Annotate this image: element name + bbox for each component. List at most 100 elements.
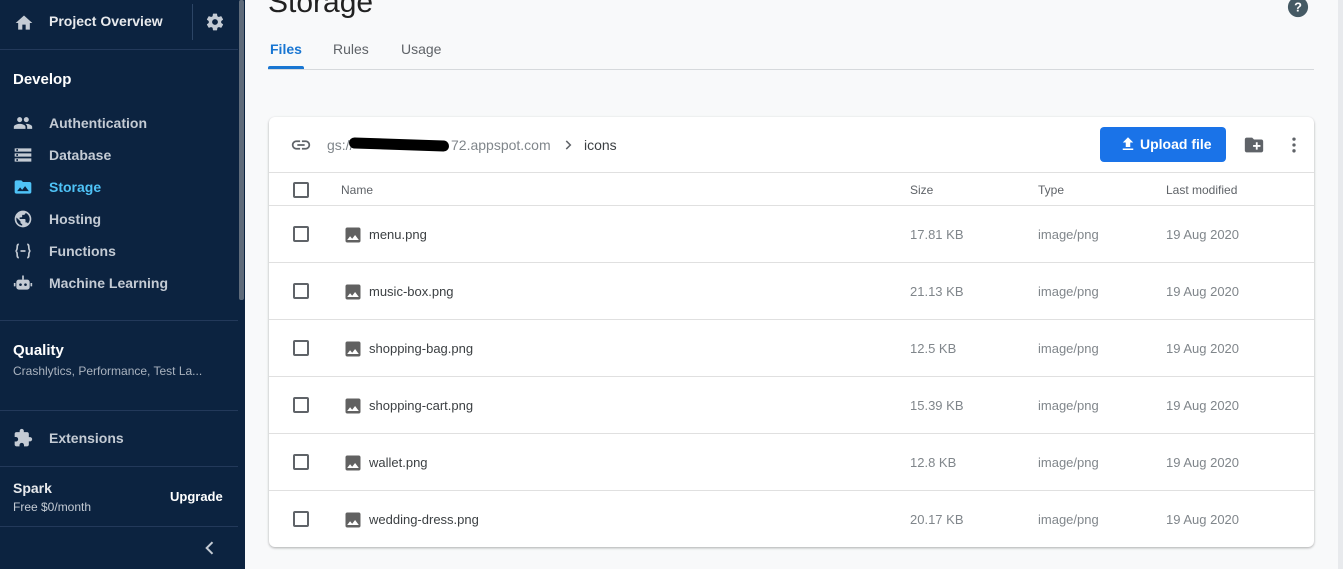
image-file-icon	[345, 284, 361, 300]
row-checkbox[interactable]	[293, 283, 309, 299]
file-name-link[interactable]: music-box.png	[369, 284, 454, 299]
file-name-link[interactable]: shopping-bag.png	[369, 341, 473, 356]
table-row[interactable]: menu.png 17.81 KB image/png 19 Aug 2020	[269, 206, 1314, 263]
sidebar: Project Overview Develop Authentication …	[0, 0, 245, 569]
header-separator	[192, 4, 193, 40]
column-header-type[interactable]: Type	[1038, 183, 1064, 197]
globe-icon	[14, 210, 32, 228]
file-size: 21.13 KB	[910, 284, 964, 299]
file-size: 12.8 KB	[910, 455, 957, 470]
image-file-icon	[345, 455, 361, 471]
upload-file-button[interactable]: Upload file	[1100, 127, 1226, 162]
sidebar-item-storage[interactable]: Storage	[0, 173, 238, 201]
file-modified: 19 Aug 2020	[1166, 455, 1240, 470]
select-all-checkbox[interactable]	[293, 182, 309, 198]
sidebar-item-label: Storage	[49, 179, 102, 195]
table-header: Name Size Type Last modified	[269, 173, 1314, 206]
sidebar-item-label: Database	[49, 147, 112, 163]
help-icon[interactable]: ?	[1287, 0, 1309, 18]
file-name-link[interactable]: wallet.png	[369, 455, 428, 470]
people-icon	[13, 117, 33, 129]
project-overview-link[interactable]: Project Overview	[49, 13, 163, 29]
tab-rules[interactable]: Rules	[333, 41, 369, 57]
sidebar-scrollbar[interactable]	[239, 0, 244, 300]
sidebar-item-functions[interactable]: Functions	[0, 237, 238, 265]
chevron-right-icon	[565, 140, 572, 150]
file-type: image/png	[1038, 512, 1099, 527]
image-file-icon	[345, 341, 361, 357]
active-tab-indicator	[268, 66, 304, 69]
file-type: image/png	[1038, 455, 1099, 470]
file-type: image/png	[1038, 341, 1099, 356]
tab-usage[interactable]: Usage	[401, 41, 441, 57]
row-checkbox[interactable]	[293, 454, 309, 470]
sidebar-item-hosting[interactable]: Hosting	[0, 205, 238, 233]
sidebar-item-machine-learning[interactable]: Machine Learning	[0, 269, 238, 297]
more-vert-icon[interactable]	[1284, 134, 1304, 156]
path-bar: gs:// 72.appspot.com icons Upload file	[269, 117, 1314, 173]
sidebar-item-label: Machine Learning	[49, 275, 169, 291]
file-browser-card: gs:// 72.appspot.com icons Upload file N…	[269, 117, 1314, 547]
file-modified: 19 Aug 2020	[1166, 227, 1240, 242]
file-modified: 19 Aug 2020	[1166, 398, 1240, 413]
new-folder-icon[interactable]	[1243, 134, 1265, 156]
bucket-path[interactable]: 72.appspot.com	[451, 137, 551, 153]
develop-section-title: Develop	[13, 71, 72, 88]
row-checkbox[interactable]	[293, 340, 309, 356]
column-header-size[interactable]: Size	[910, 183, 933, 197]
tab-bar: Files Rules Usage	[268, 30, 1314, 70]
chevron-left-icon[interactable]	[200, 538, 220, 558]
row-checkbox[interactable]	[293, 397, 309, 413]
table-row[interactable]: music-box.png 21.13 KB image/png 19 Aug …	[269, 263, 1314, 320]
file-type: image/png	[1038, 227, 1099, 242]
file-type: image/png	[1038, 398, 1099, 413]
sidebar-item-label: Extensions	[49, 430, 124, 446]
row-checkbox[interactable]	[293, 226, 309, 242]
file-name-link[interactable]: wedding-dress.png	[369, 512, 479, 527]
link-icon[interactable]	[290, 134, 312, 156]
tab-files[interactable]: Files	[270, 41, 302, 57]
sidebar-divider	[0, 410, 238, 411]
table-row[interactable]: shopping-cart.png 15.39 KB image/png 19 …	[269, 377, 1314, 434]
gear-icon[interactable]	[205, 12, 225, 32]
redaction-mark	[348, 137, 450, 152]
table-row[interactable]: wedding-dress.png 20.17 KB image/png 19 …	[269, 491, 1314, 547]
upload-file-label: Upload file	[1140, 136, 1212, 152]
sidebar-item-database[interactable]: Database	[0, 141, 238, 169]
sidebar-header: Project Overview	[0, 0, 238, 50]
file-modified: 19 Aug 2020	[1166, 284, 1240, 299]
sidebar-divider	[0, 466, 238, 467]
image-file-icon	[345, 512, 361, 528]
sidebar-item-extensions[interactable]: Extensions	[0, 424, 238, 452]
upgrade-button[interactable]: Upgrade	[170, 489, 223, 504]
file-type: image/png	[1038, 284, 1099, 299]
row-checkbox[interactable]	[293, 511, 309, 527]
sidebar-item-authentication[interactable]: Authentication	[0, 109, 238, 137]
file-modified: 19 Aug 2020	[1166, 341, 1240, 356]
page-title: Storage	[268, 0, 374, 19]
table-row[interactable]: wallet.png 12.8 KB image/png 19 Aug 2020	[269, 434, 1314, 491]
sidebar-item-label: Hosting	[49, 211, 102, 227]
quality-section-title[interactable]: Quality	[13, 342, 64, 359]
sidebar-divider	[0, 320, 238, 321]
image-file-icon	[345, 398, 361, 414]
file-size: 15.39 KB	[910, 398, 964, 413]
sidebar-item-label: Functions	[49, 243, 116, 259]
home-icon[interactable]	[14, 13, 34, 33]
column-header-name[interactable]: Name	[341, 183, 373, 197]
upload-icon	[1122, 137, 1134, 150]
file-size: 20.17 KB	[910, 512, 964, 527]
puzzle-icon	[14, 428, 33, 447]
table-row[interactable]: shopping-bag.png 12.5 KB image/png 19 Au…	[269, 320, 1314, 377]
file-size: 12.5 KB	[910, 341, 957, 356]
file-size: 17.81 KB	[910, 227, 964, 242]
file-name-link[interactable]: menu.png	[369, 227, 427, 242]
column-header-last-modified[interactable]: Last modified	[1166, 183, 1237, 197]
file-modified: 19 Aug 2020	[1166, 512, 1240, 527]
file-name-link[interactable]: shopping-cart.png	[369, 398, 473, 413]
quality-section-subtitle: Crashlytics, Performance, Test La...	[13, 364, 203, 378]
svg-text:?: ?	[1294, 0, 1302, 15]
page-scrollbar[interactable]	[1338, 0, 1343, 569]
plan-name: Spark	[13, 480, 52, 496]
robot-icon	[13, 275, 33, 290]
